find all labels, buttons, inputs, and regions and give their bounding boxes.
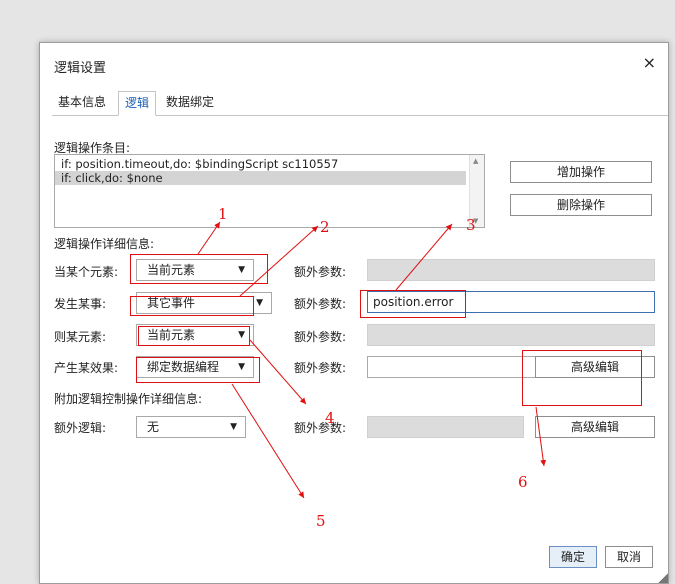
- advanced-edit-button-2[interactable]: 高级编辑: [535, 416, 655, 438]
- extra-param-label: 额外参数:: [294, 265, 347, 279]
- annotation-box-extra-param: [360, 290, 466, 318]
- extra-param-field-5: [367, 416, 524, 438]
- extra-param-label: 额外参数:: [294, 330, 347, 344]
- list-item[interactable]: if: click,do: $none: [55, 171, 466, 185]
- annotation-number-3: 3: [466, 216, 476, 234]
- chevron-down-icon: ▼: [256, 298, 263, 308]
- annotation-box-target: [138, 326, 250, 346]
- ok-button[interactable]: 确定: [549, 546, 597, 568]
- extra-param-label: 额外参数:: [294, 297, 347, 311]
- annotation-box-effect: [136, 357, 260, 383]
- dialog-title: 逻辑设置: [54, 61, 107, 76]
- close-icon[interactable]: ×: [643, 53, 656, 72]
- delete-operation-button[interactable]: 删除操作: [510, 194, 652, 216]
- extra-logic-label: 额外逻辑:: [54, 421, 107, 435]
- element-label: 当某个元素:: [54, 265, 119, 279]
- list-item[interactable]: if: position.timeout,do: $bindingScript …: [55, 157, 484, 171]
- extra-param-label: 额外参数:: [294, 421, 347, 435]
- annotation-number-5: 5: [316, 512, 326, 530]
- tab-bar: 基本信息 逻辑 数据绑定: [52, 91, 668, 116]
- extra-param-field-3: [367, 324, 655, 346]
- target-element-label: 则某元素:: [54, 330, 107, 344]
- tab-data-binding[interactable]: 数据绑定: [160, 91, 220, 114]
- add-operation-button[interactable]: 增加操作: [510, 161, 652, 183]
- resize-grip-icon[interactable]: [658, 573, 668, 583]
- annotation-box-event: [130, 296, 254, 316]
- extra-param-label: 额外参数:: [294, 361, 347, 375]
- annotation-number-4: 4: [325, 409, 335, 427]
- tab-basic-info[interactable]: 基本信息: [52, 91, 112, 114]
- annotation-number-6: 6: [518, 473, 528, 491]
- detail-label: 逻辑操作详细信息:: [54, 237, 155, 251]
- chevron-down-icon: ▼: [230, 422, 237, 432]
- annotation-box-element: [130, 254, 268, 284]
- operations-list[interactable]: if: position.timeout,do: $bindingScript …: [54, 154, 485, 228]
- cancel-button[interactable]: 取消: [605, 546, 653, 568]
- extra-logic-select-value: 无: [147, 420, 160, 434]
- extra-param-field-1: [367, 259, 655, 281]
- effect-label: 产生某效果:: [54, 361, 119, 375]
- additional-label: 附加逻辑控制操作详细信息:: [54, 392, 203, 406]
- annotation-box-advanced: [522, 350, 642, 406]
- annotation-number-1: 1: [218, 205, 228, 223]
- tab-logic[interactable]: 逻辑: [118, 91, 157, 116]
- extra-logic-select[interactable]: 无 ▼: [136, 416, 246, 438]
- annotation-number-2: 2: [320, 218, 330, 236]
- event-label: 发生某事:: [54, 297, 107, 311]
- scroll-up-icon[interactable]: ▲: [473, 157, 478, 165]
